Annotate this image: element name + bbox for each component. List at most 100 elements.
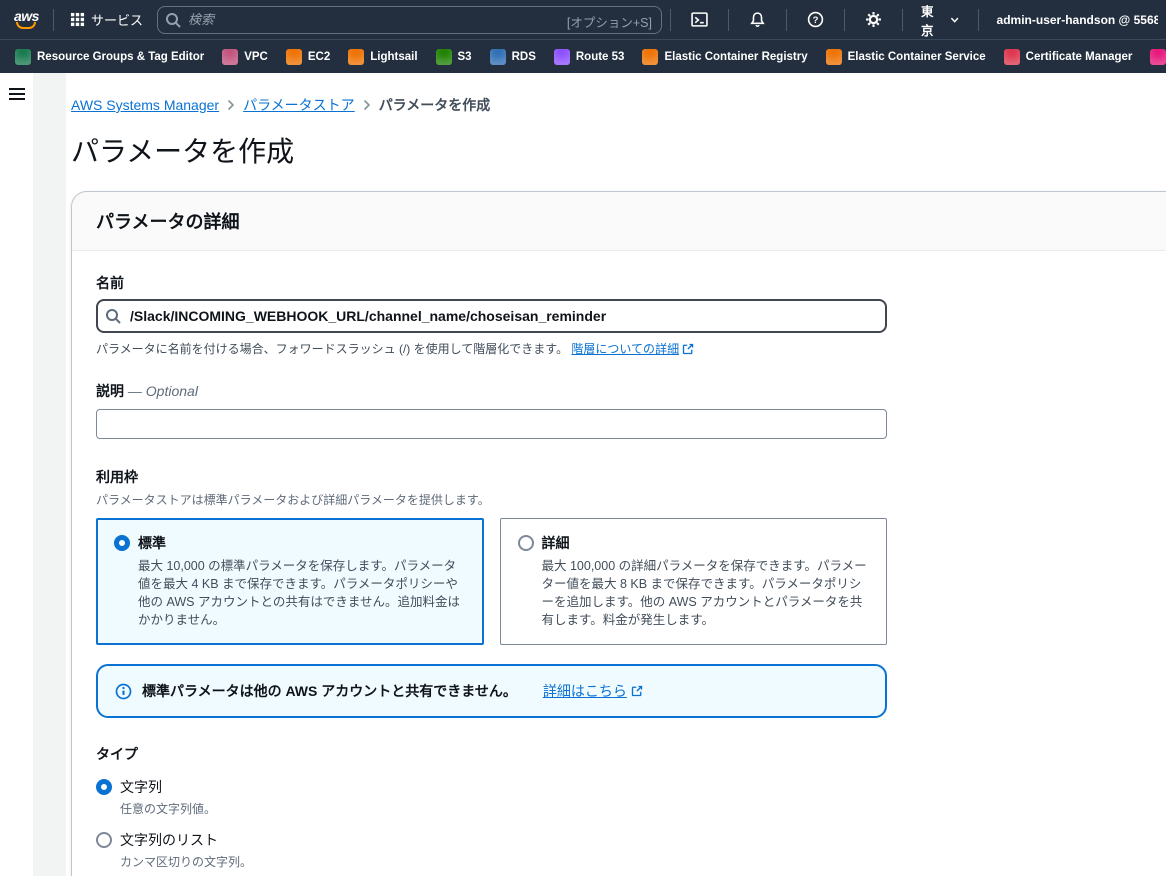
optional-suffix: — Optional — [127, 383, 198, 399]
favorites-item-label: Route 53 — [575, 50, 625, 63]
tier-help-text: パラメータストアは標準パラメータおよび詳細パラメータを提供します。 — [96, 493, 490, 507]
favorites-item[interactable]: Elastic Container Registry — [633, 40, 816, 73]
radio-string-list[interactable] — [96, 832, 112, 848]
left-rail — [0, 73, 33, 876]
description-input[interactable] — [96, 409, 887, 439]
tier-option-standard[interactable]: 標準 最大 10,000 の標準パラメータを保存します。パラメータ値を最大 4 … — [96, 518, 484, 645]
description-field: 説明 — Optional — [96, 381, 1166, 439]
alert-details-link[interactable]: 詳細はこちら — [543, 681, 643, 701]
bell-icon — [750, 12, 765, 27]
favorites-bar: Resource Groups & Tag Editor VPC EC2 Lig… — [0, 40, 1166, 73]
notifications-button[interactable] — [737, 0, 778, 40]
main-content: AWS Systems Manager パラメータストア パラメータを作成 パラ… — [66, 73, 1166, 876]
name-field: 名前 パラメータに名前を付ける場合、フォワードスラッシュ (/) を使用して階層… — [96, 273, 1166, 357]
divider — [977, 8, 979, 31]
services-menu[interactable]: サービス — [62, 0, 151, 40]
tier-option-label: 詳細 — [541, 535, 570, 551]
certificate-manager-icon — [1003, 48, 1020, 65]
favorites-item[interactable]: API Gateway — [1141, 40, 1166, 73]
favorites-item-label: RDS — [511, 50, 536, 63]
favorites-item-label: VPC — [244, 50, 268, 63]
breadcrumb: AWS Systems Manager パラメータストア パラメータを作成 — [71, 95, 1166, 115]
ecr-icon — [642, 48, 659, 65]
s3-icon — [435, 48, 452, 65]
page-title: パラメータを作成 — [71, 136, 295, 167]
tier-section: 利用枠 パラメータストアは標準パラメータおよび詳細パラメータを提供します。 標準… — [96, 467, 1166, 645]
alert-text: 標準パラメータは他の AWS アカウントと共有できません。 — [142, 683, 517, 699]
breadcrumb-current: パラメータを作成 — [378, 97, 491, 113]
global-search[interactable]: [オプション+S] — [156, 5, 662, 34]
parameter-details-card: パラメータの詳細 名前 パラメータ — [71, 191, 1166, 876]
radio-string[interactable] — [96, 779, 112, 795]
services-label: サービス — [90, 13, 143, 28]
favorites-item-label: Lightsail — [370, 50, 418, 63]
divider — [52, 8, 54, 31]
tier-label: 利用枠 — [96, 469, 138, 485]
aws-logo[interactable]: aws — [8, 9, 45, 29]
collapsed-side-panel[interactable] — [33, 73, 66, 876]
ecs-icon — [825, 48, 842, 65]
search-icon — [106, 309, 121, 324]
search-shortcut-hint: [オプション+S] — [566, 15, 652, 30]
card-header: パラメータの詳細 — [72, 192, 1166, 251]
info-alert: 標準パラメータは他の AWS アカウントと共有できません。 詳細はこちら — [96, 664, 887, 718]
favorites-item[interactable]: RDS — [481, 40, 545, 73]
external-link-icon — [682, 343, 694, 354]
type-section: タイプ 文字列 任意の文字列値。 文字列のリスト カンマ区切りの文字列。 安全な… — [96, 744, 1166, 876]
tier-option-description: 最大 10,000 の標準パラメータを保存します。パラメータ値を最大 4 KB … — [138, 559, 460, 627]
favorites-item[interactable]: Lightsail — [339, 40, 426, 73]
api-gateway-icon — [1150, 48, 1166, 65]
question-icon: ? — [807, 11, 824, 28]
description-label: 説明 — Optional — [96, 383, 198, 399]
favorites-item[interactable]: Resource Groups & Tag Editor — [6, 40, 213, 73]
favorites-item-label: Resource Groups & Tag Editor — [37, 50, 205, 63]
type-label: タイプ — [96, 746, 138, 762]
account-menu[interactable]: admin-user-handson @ 5568- — [987, 13, 1159, 27]
breadcrumb-link-ssm[interactable]: AWS Systems Manager — [71, 97, 219, 113]
grid-icon — [70, 12, 85, 27]
name-help-text: パラメータに名前を付ける場合、フォワードスラッシュ (/) を使用して階層化でき… — [96, 340, 1166, 357]
divider — [727, 8, 729, 31]
name-input[interactable] — [96, 299, 887, 333]
favorites-item-label: EC2 — [307, 50, 331, 63]
region-selector[interactable]: 東京 — [911, 1, 970, 39]
external-link-icon — [631, 685, 643, 697]
favorites-item-label: S3 — [457, 50, 472, 63]
radio-standard[interactable] — [114, 535, 130, 551]
favorites-item[interactable]: Elastic Container Service — [817, 40, 995, 73]
favorites-item[interactable]: VPC — [213, 40, 277, 73]
rds-icon — [489, 48, 506, 65]
favorites-item[interactable]: Route 53 — [545, 40, 634, 73]
type-option-string-list[interactable]: 文字列のリスト — [96, 830, 1166, 850]
name-label: 名前 — [96, 275, 124, 291]
tier-option-description: 最大 100,000 の詳細パラメータを保存できます。パラメーター値を最大 8 … — [541, 559, 867, 627]
gear-icon — [866, 12, 881, 27]
favorites-item[interactable]: S3 — [427, 40, 481, 73]
hierarchy-details-link[interactable]: 階層についての詳細 — [571, 340, 679, 357]
favorites-item-label: Elastic Container Registry — [664, 50, 808, 63]
resource-groups-icon — [15, 48, 31, 65]
aws-smile-icon — [16, 22, 37, 29]
divider — [843, 8, 845, 31]
tier-option-advanced[interactable]: 詳細 最大 100,000 の詳細パラメータを保存できます。パラメーター値を最大… — [499, 518, 887, 645]
type-option-description: 任意の文字列値。 — [120, 802, 217, 816]
type-option-label: 文字列 — [120, 779, 162, 795]
favorites-item-label: Certificate Manager — [1025, 50, 1133, 63]
breadcrumb-link-parameter-store[interactable]: パラメータストア — [243, 95, 355, 115]
type-option-string[interactable]: 文字列 — [96, 777, 1166, 797]
help-button[interactable]: ? — [795, 0, 836, 40]
lightsail-icon — [348, 48, 365, 65]
favorites-item[interactable]: EC2 — [277, 40, 339, 73]
ec2-icon — [285, 48, 302, 65]
radio-advanced[interactable] — [517, 535, 534, 551]
divider — [901, 8, 903, 31]
favorites-item[interactable]: Certificate Manager — [995, 40, 1142, 73]
hamburger-menu-icon[interactable] — [8, 85, 26, 103]
breadcrumb-separator-icon — [363, 99, 371, 111]
type-option-label: 文字列のリスト — [120, 832, 218, 848]
favorites-item-label: Elastic Container Service — [847, 50, 986, 63]
top-navbar: aws サービス [オプション+S] — [0, 0, 1166, 40]
settings-button[interactable] — [853, 0, 894, 40]
cloudshell-button[interactable] — [679, 0, 720, 40]
breadcrumb-separator-icon — [227, 99, 235, 111]
